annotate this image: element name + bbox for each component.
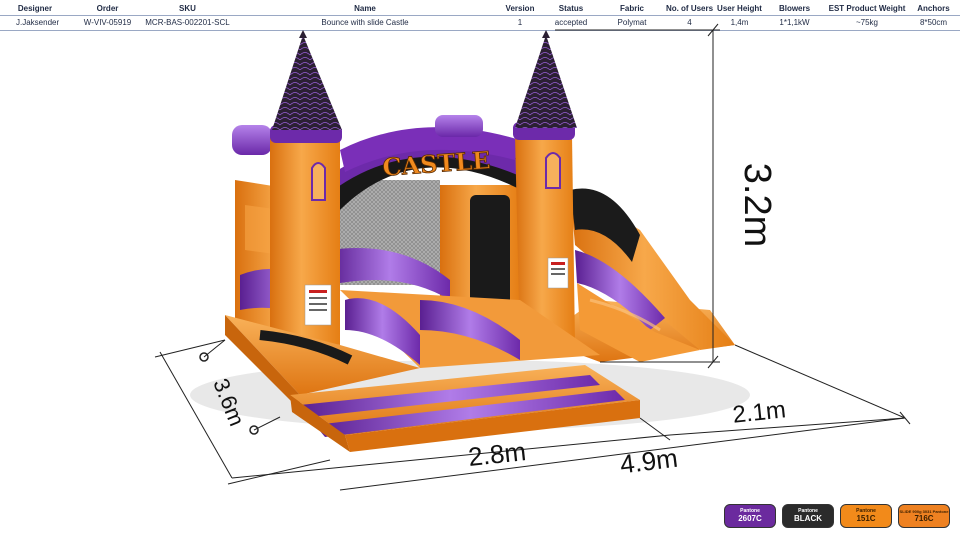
swatch-code: 2607C [738, 514, 762, 523]
castle-banner-text: CASTLE [381, 145, 491, 181]
swatch-code: BLACK [794, 514, 822, 523]
swatch-pantone-black: Pantone BLACK [782, 504, 834, 528]
swatch-brand: SLIDE 900g 3031 Pantone [899, 508, 949, 514]
swatch-code: 151C [856, 514, 876, 523]
slide-width-label: 2.1m [731, 396, 787, 428]
height-dimension-label: 3.2m [736, 163, 778, 247]
bounce-width-label: 2.8m [467, 436, 528, 472]
swatch-pantone-2607c: Pantone 2607C [724, 504, 776, 528]
left-tower [232, 30, 342, 345]
swatch-pantone-151c: Pantone 151C [840, 504, 892, 528]
swatch-code: 716C [914, 513, 934, 523]
swatch-slide-716c: SLIDE 900g 3031 Pantone 716C [898, 504, 950, 528]
total-width-label: 4.9m [618, 443, 679, 480]
product-render: CASTLE 3.2m 3.6m 2.8m 4.9m 2.1m [154, 23, 911, 491]
